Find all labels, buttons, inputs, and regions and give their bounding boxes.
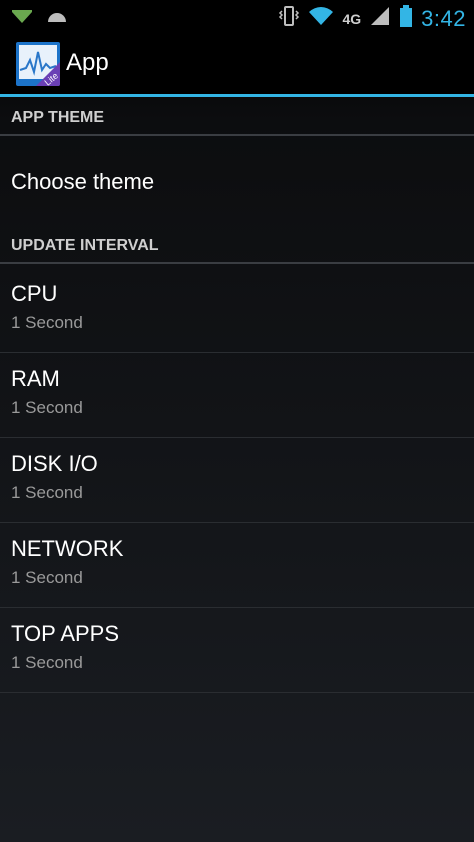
app-title: App (66, 49, 109, 76)
pref-summary: 1 Second (11, 398, 83, 417)
pref-top-apps[interactable]: TOP APPS 1 Second (0, 608, 474, 693)
battery-icon (399, 4, 413, 33)
pref-summary: 1 Second (11, 483, 83, 502)
pref-network[interactable]: NETWORK 1 Second (0, 523, 474, 608)
section-header-update-interval: UPDATE INTERVAL (0, 232, 474, 264)
pref-title: DISK I/O (11, 451, 98, 476)
section-header-label: UPDATE INTERVAL (11, 237, 159, 254)
pref-summary: 1 Second (11, 653, 83, 672)
pref-summary: 1 Second (11, 568, 83, 587)
pref-ram[interactable]: RAM 1 Second (0, 353, 474, 438)
section-header-label: APP THEME (11, 109, 105, 126)
wifi-icon (308, 5, 334, 32)
clock: 3:42 (421, 5, 466, 31)
pref-title: NETWORK (11, 536, 124, 561)
pref-title: TOP APPS (11, 621, 120, 646)
notification-arrow-icon[interactable] (10, 8, 34, 31)
signal-icon (369, 5, 391, 32)
pref-summary: 1 Second (11, 313, 83, 332)
vibrate-icon (278, 4, 300, 33)
pref-cpu[interactable]: CPU 1 Second (0, 268, 474, 353)
pref-title: Choose theme (11, 169, 155, 194)
pref-disk-io[interactable]: DISK I/O 1 Second (0, 438, 474, 523)
pref-title: CPU (11, 281, 58, 306)
network-type-label: 4G (342, 10, 362, 27)
section-header-app-theme: APP THEME (0, 104, 474, 136)
pref-title: RAM (11, 366, 60, 391)
action-bar: Lite App (0, 34, 474, 97)
status-bar: 4G 3:42 (0, 0, 474, 34)
pref-choose-theme[interactable]: Choose theme (0, 138, 474, 220)
cloud-icon[interactable] (46, 8, 68, 31)
app-icon[interactable]: Lite (16, 42, 60, 86)
